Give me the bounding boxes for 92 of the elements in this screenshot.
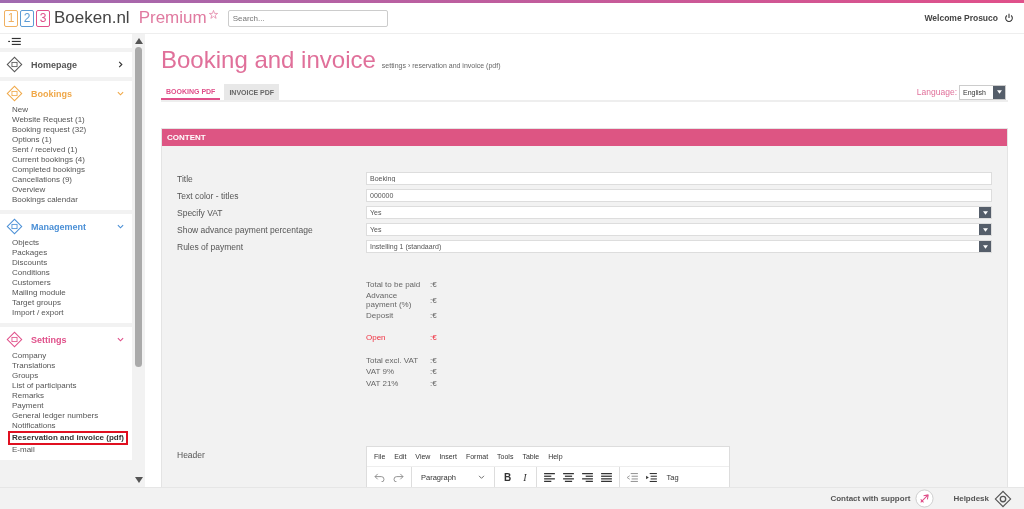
italic-button[interactable]: I [521, 471, 529, 483]
menu-item[interactable]: Sent / received (1) [12, 145, 78, 155]
dropdown-arrow-icon[interactable] [982, 210, 988, 215]
section-title[interactable]: Settings [31, 334, 109, 345]
menu-item[interactable]: Current bookings (4) [12, 155, 85, 165]
field-label: Rules of payment [177, 241, 245, 252]
undo-icon[interactable] [374, 472, 385, 482]
total-label: Advance payment (%) [366, 290, 413, 310]
search-field[interactable]: Search... [227, 9, 388, 27]
logo-digit: 2 [20, 9, 34, 27]
menu-item[interactable]: Target groups [12, 298, 61, 308]
field-label: Show advance payment percentage [177, 224, 314, 235]
menu-item[interactable]: Conditions [12, 268, 50, 278]
menu-item[interactable]: Company [12, 351, 47, 361]
logo-digit: 1 [4, 9, 18, 27]
justify-icon[interactable] [600, 472, 612, 482]
menu-item[interactable]: List of participants [12, 381, 77, 391]
logo-digit: 3 [36, 9, 50, 27]
menu-item[interactable]: Completed bookings [12, 165, 85, 175]
total-value: :€ [430, 378, 437, 388]
support-link[interactable]: Contact with support [830, 494, 911, 503]
total-label: Deposit [366, 310, 395, 320]
total-value: :€ [430, 310, 437, 320]
total-value: :€ [430, 295, 437, 305]
outdent-icon[interactable] [626, 472, 638, 482]
edition-label: Premium [138, 8, 207, 28]
section-title[interactable]: Homepage [31, 59, 109, 70]
align-left-icon[interactable] [543, 472, 555, 482]
collapse-menu-icon[interactable] [8, 36, 21, 46]
align-right-icon[interactable] [581, 472, 593, 482]
menu-item[interactable]: General ledger numbers [12, 411, 99, 421]
bold-button[interactable]: B [502, 471, 514, 483]
total-value: :€ [430, 280, 437, 290]
menu-item[interactable]: Reservation and invoice (pdf) [8, 431, 129, 445]
menu-item[interactable]: Notifications [12, 421, 56, 431]
menu-item[interactable]: Translations [12, 361, 56, 371]
section-title[interactable]: Management [31, 221, 109, 232]
helpdesk-link[interactable]: Helpdesk [953, 494, 989, 503]
panel-title: CONTENT [167, 133, 206, 142]
menu-item[interactable]: Packages [12, 248, 48, 258]
section-icon [6, 331, 23, 348]
section-icon [6, 218, 23, 235]
logo-text: Boeken.nl [54, 8, 130, 28]
menu-item[interactable]: Overview [12, 185, 46, 195]
menu-item[interactable]: Mailing module [12, 288, 66, 298]
dropdown-arrow-icon[interactable] [982, 227, 988, 232]
dropdown-arrow-icon[interactable] [996, 90, 1002, 94]
total-label: Open [366, 333, 387, 343]
page-title: Booking and invoice [161, 46, 376, 74]
menu-item[interactable]: E-mail [12, 445, 35, 455]
chevron-down-icon[interactable] [478, 474, 486, 480]
total-label: VAT 9% [366, 367, 395, 377]
power-icon[interactable] [1004, 13, 1014, 23]
align-center-icon[interactable] [562, 472, 574, 482]
total-label: Total excl. VAT [366, 355, 420, 365]
menu-item[interactable]: Options (1) [12, 135, 52, 145]
scrollbar-thumb[interactable] [135, 47, 142, 367]
field-label: Specify VAT [177, 207, 224, 218]
scroll-up-icon[interactable] [134, 38, 143, 44]
field-label: Header [177, 450, 206, 460]
menu-item[interactable]: Website Request (1) [12, 115, 85, 125]
menu-item[interactable]: Remarks [12, 391, 44, 401]
chevron-down-icon[interactable] [117, 336, 124, 343]
menu-item[interactable]: Payment [12, 401, 44, 411]
total-label: Total to be paid [366, 280, 422, 290]
lifebuoy-icon[interactable] [994, 489, 1012, 508]
field-label: Title [177, 173, 194, 184]
menu-item[interactable]: Discounts [12, 258, 48, 268]
welcome-text: Welcome Prosuco [924, 13, 998, 23]
dropdown-arrow-icon[interactable] [982, 244, 988, 249]
total-value: :€ [430, 367, 437, 377]
star-icon [208, 10, 218, 19]
section-icon [6, 85, 23, 102]
total-label: VAT 21% [366, 378, 400, 388]
menu-item[interactable]: Groups [12, 371, 39, 381]
menu-item[interactable]: Objects [12, 238, 40, 248]
menu-item[interactable]: Booking request (32) [12, 125, 87, 135]
field-label: Text color - titles [177, 190, 240, 201]
chevron-down-icon[interactable] [117, 223, 124, 230]
language-label: Language: [916, 87, 957, 97]
indent-icon[interactable] [645, 472, 657, 482]
total-value: :€ [430, 333, 437, 343]
menu-item[interactable]: Bookings calendar [12, 195, 78, 205]
menu-item[interactable]: Cancellations (9) [12, 175, 73, 185]
menu-item[interactable]: Import / export [12, 308, 64, 318]
scroll-down-icon[interactable] [134, 477, 143, 483]
chevron-right-icon[interactable] [117, 61, 124, 68]
menu-item[interactable]: Customers [12, 278, 51, 288]
total-value: :€ [430, 355, 437, 365]
menu-item[interactable]: New [12, 105, 28, 115]
section-icon [6, 56, 23, 73]
redo-icon[interactable] [393, 472, 404, 482]
